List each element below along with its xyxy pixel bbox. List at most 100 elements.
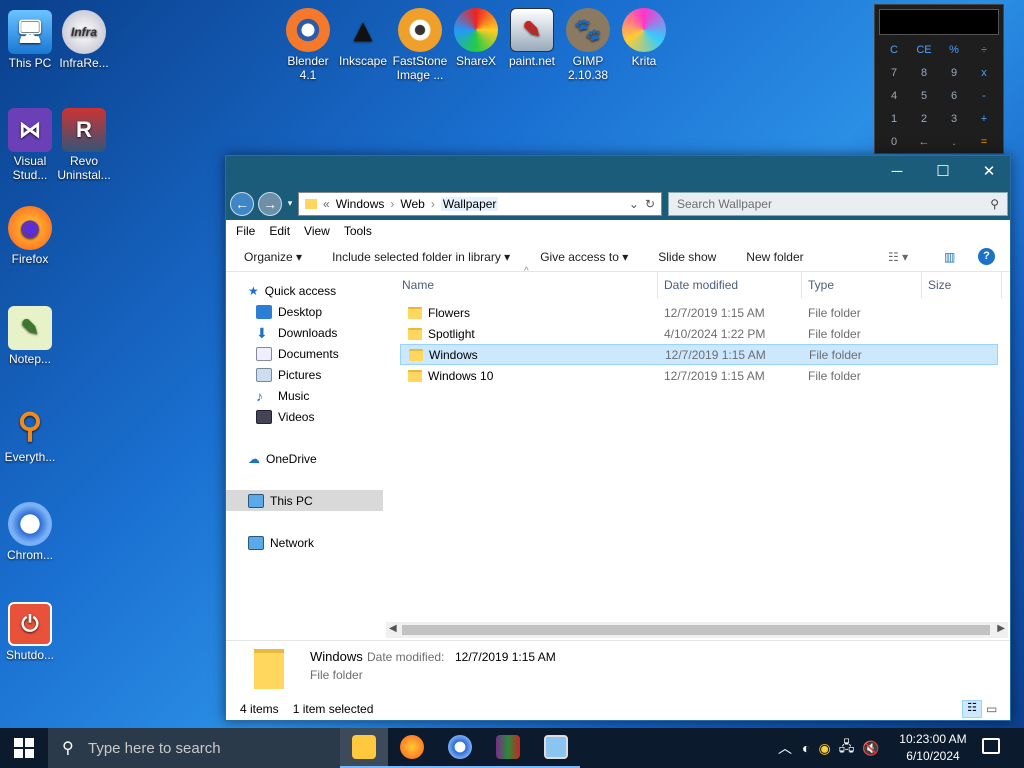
- taskbar-remote-desktop[interactable]: [532, 728, 580, 768]
- show-hidden-icons-chevron-icon[interactable]: ︿: [778, 738, 792, 758]
- calc-key[interactable]: 3: [939, 108, 969, 131]
- desktop-icon-infrarecorder[interactable]: Infra InfraRe...: [54, 10, 114, 70]
- calc-key[interactable]: C: [879, 39, 909, 62]
- menu-tools[interactable]: Tools: [344, 224, 372, 238]
- scroll-left-icon[interactable]: ◀: [389, 623, 397, 634]
- start-button[interactable]: [0, 728, 48, 768]
- calc-key[interactable]: 6: [939, 85, 969, 108]
- forward-button[interactable]: →: [258, 192, 282, 216]
- back-button[interactable]: ←: [230, 192, 254, 216]
- calc-key[interactable]: CE: [909, 39, 939, 62]
- nav-music[interactable]: ♪ Music: [226, 385, 383, 406]
- desktop-icon-gimp[interactable]: 🐾 GIMP 2.10.38: [558, 8, 618, 82]
- notifications-icon[interactable]: [982, 738, 1000, 754]
- volume-muted-icon[interactable]: 🔇: [862, 740, 879, 757]
- new-folder-button[interactable]: New folder: [746, 250, 803, 264]
- calc-key[interactable]: x: [969, 62, 999, 85]
- desktop-icon-blender[interactable]: Blender 4.1: [278, 8, 338, 82]
- file-row-selected[interactable]: Windows 12/7/2019 1:15 AM File folder: [400, 344, 998, 365]
- taskbar-winrar[interactable]: [484, 728, 532, 768]
- network-icon[interactable]: 🖧: [839, 736, 855, 760]
- close-button[interactable]: ✕: [966, 156, 1012, 188]
- calc-key[interactable]: 7: [879, 62, 909, 85]
- nav-pictures[interactable]: Pictures: [226, 364, 383, 385]
- calc-key[interactable]: 8: [909, 62, 939, 85]
- file-row[interactable]: Flowers 12/7/2019 1:15 AM File folder: [400, 302, 998, 323]
- desktop-icon-this-pc[interactable]: 🖥 This PC: [0, 10, 60, 70]
- calc-key[interactable]: 9: [939, 62, 969, 85]
- taskbar-firefox[interactable]: [388, 728, 436, 768]
- desktop-icon-sharex[interactable]: ShareX: [446, 8, 506, 68]
- taskbar-clock[interactable]: 10:23:00 AM 6/10/2024: [890, 731, 976, 765]
- taskbar-search[interactable]: ⚲ Type here to search: [48, 728, 340, 768]
- recent-locations-chevron-icon[interactable]: ▾: [284, 192, 296, 216]
- tray-app-icon[interactable]: ◐: [802, 740, 810, 756]
- desktop-icon-paintnet[interactable]: ✎ paint.net: [502, 8, 562, 68]
- column-header-type[interactable]: Type: [802, 272, 922, 298]
- calc-key[interactable]: -: [969, 85, 999, 108]
- menu-edit[interactable]: Edit: [269, 224, 290, 238]
- taskbar-search-input[interactable]: Type here to search: [88, 740, 221, 757]
- desktop-icon-shutdown[interactable]: ⏻ Shutdo...: [0, 602, 60, 662]
- give-access-button[interactable]: Give access to ▾: [540, 250, 628, 264]
- desktop-icon-everything[interactable]: ⚲ Everyth...: [0, 404, 60, 464]
- nav-videos[interactable]: Videos: [226, 406, 383, 427]
- address-bar[interactable]: « Windows › Web › Wallpaper ⌄ ↻: [298, 192, 662, 216]
- calc-key[interactable]: 2: [909, 108, 939, 131]
- nav-quick-access[interactable]: ★ Quick access: [226, 280, 383, 301]
- refresh-icon[interactable]: ↻: [645, 197, 655, 211]
- menu-file[interactable]: File: [236, 224, 255, 238]
- search-icon[interactable]: ⚲: [990, 197, 999, 211]
- calc-key[interactable]: =: [969, 131, 999, 154]
- preview-pane-icon[interactable]: ▥: [944, 250, 955, 264]
- nav-documents[interactable]: Documents: [226, 343, 383, 364]
- file-row[interactable]: Windows 10 12/7/2019 1:15 AM File folder: [400, 365, 998, 386]
- calc-key[interactable]: 1: [879, 108, 909, 131]
- file-row[interactable]: Spotlight 4/10/2024 1:22 PM File folder: [400, 323, 998, 344]
- calc-key[interactable]: .: [939, 131, 969, 154]
- search-input[interactable]: Search Wallpaper: [677, 197, 772, 211]
- tiles-view-icon[interactable]: ▭: [986, 702, 997, 716]
- title-bar[interactable]: ─ ☐ ✕: [226, 156, 1010, 188]
- calculator-window[interactable]: C CE % ÷ 7 8 9 x 4 5 6 - 1 2 3 + 0 ← . =: [874, 4, 1004, 154]
- desktop-icon-inkscape[interactable]: ▲ Inkscape: [333, 8, 393, 68]
- column-header-date[interactable]: Date modified: [658, 272, 802, 298]
- menu-view[interactable]: View: [304, 224, 330, 238]
- calc-key[interactable]: 5: [909, 85, 939, 108]
- desktop-icon-krita[interactable]: Krita: [614, 8, 674, 68]
- calc-key[interactable]: 0: [879, 131, 909, 154]
- details-view-icon[interactable]: ☷: [962, 700, 982, 718]
- desktop-icon-chromium[interactable]: Chrom...: [0, 502, 60, 562]
- slide-show-button[interactable]: Slide show: [658, 250, 716, 264]
- explorer-window[interactable]: ─ ☐ ✕ ← → ▾ « Windows › Web › Wallpaper …: [225, 155, 1011, 721]
- desktop-icon-revo-uninstaller[interactable]: R Revo Uninstal...: [54, 108, 114, 182]
- column-header-size[interactable]: Size: [922, 272, 1002, 298]
- view-options-icon[interactable]: ☷ ▾: [888, 250, 908, 264]
- calc-key[interactable]: ←: [909, 131, 939, 154]
- desktop-icon-faststone[interactable]: FastStone Image ...: [390, 8, 450, 82]
- desktop-icon-visual-studio[interactable]: ⋈ Visual Stud...: [0, 108, 60, 182]
- taskbar-file-explorer[interactable]: [340, 728, 388, 768]
- nav-this-pc[interactable]: This PC: [226, 490, 383, 511]
- desktop-icon-notepad[interactable]: ✎ Notep...: [0, 306, 60, 366]
- horizontal-scrollbar[interactable]: ◀ ▶: [386, 622, 1008, 638]
- nav-onedrive[interactable]: ☁ OneDrive: [226, 448, 383, 469]
- calc-key[interactable]: +: [969, 108, 999, 131]
- scroll-thumb[interactable]: [402, 625, 990, 635]
- maximize-button[interactable]: ☐: [920, 156, 966, 188]
- nav-desktop[interactable]: Desktop: [226, 301, 383, 322]
- scroll-right-icon[interactable]: ▶: [997, 623, 1005, 634]
- organize-button[interactable]: Organize ▾: [244, 250, 302, 264]
- include-in-library-button[interactable]: Include selected folder in library ▾: [332, 250, 510, 264]
- breadcrumb-wallpaper[interactable]: Wallpaper: [440, 197, 499, 211]
- taskbar-chromium[interactable]: [436, 728, 484, 768]
- minimize-button[interactable]: ─: [874, 156, 920, 188]
- desktop-icon-firefox[interactable]: ◉ Firefox: [0, 206, 60, 266]
- nav-downloads[interactable]: ⬇ Downloads: [226, 322, 383, 343]
- calc-key[interactable]: %: [939, 39, 969, 62]
- breadcrumb-windows[interactable]: Windows: [336, 197, 385, 211]
- help-icon[interactable]: ?: [978, 248, 995, 265]
- breadcrumb-overflow[interactable]: «: [323, 197, 330, 211]
- calc-key[interactable]: 4: [879, 85, 909, 108]
- nav-network[interactable]: Network: [226, 532, 383, 553]
